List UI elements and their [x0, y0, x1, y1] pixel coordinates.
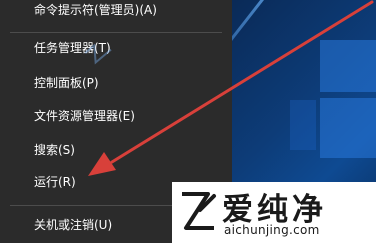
- aichunjing-logo-icon: [182, 192, 216, 230]
- site-watermark: 爱纯净 aichunjing.com: [172, 182, 376, 243]
- watermark-url: aichunjing.com: [224, 223, 320, 237]
